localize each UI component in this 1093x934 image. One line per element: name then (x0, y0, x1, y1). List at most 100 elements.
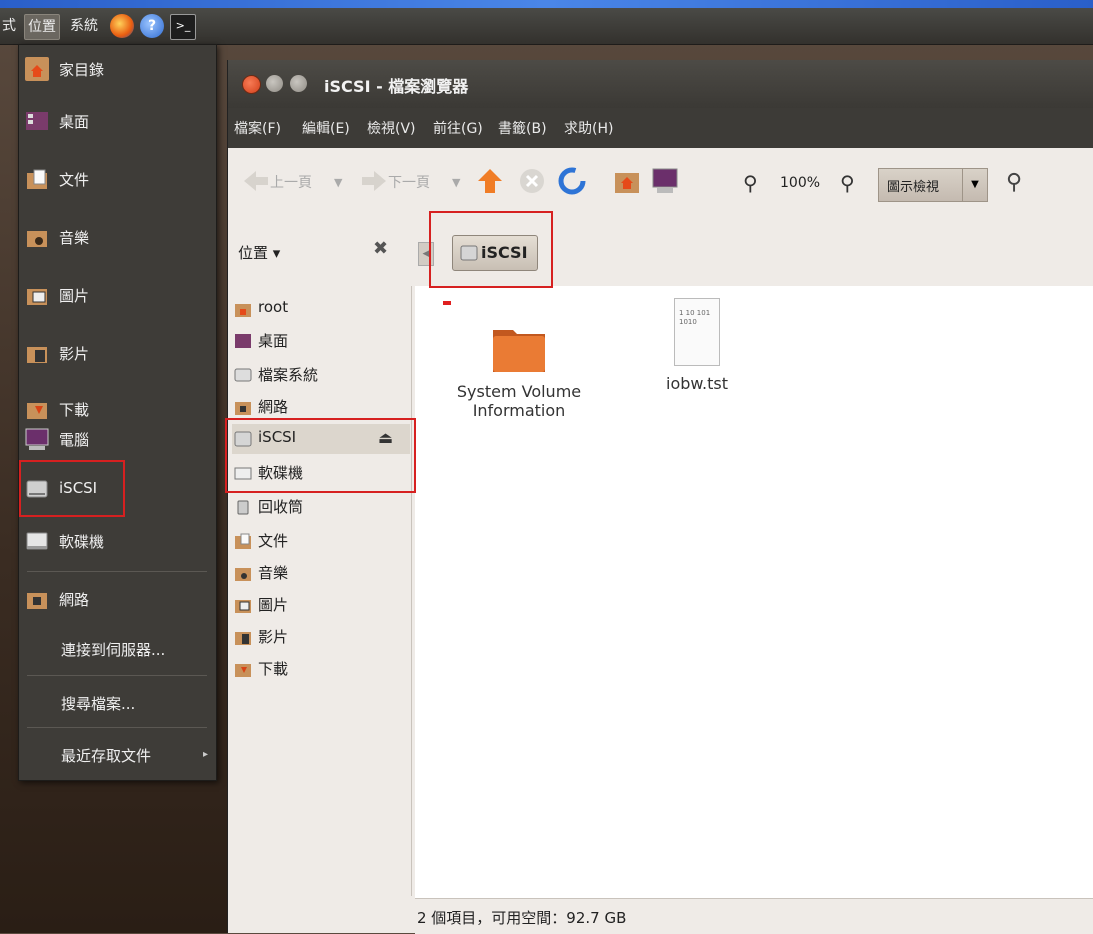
sidebar-item-music[interactable]: 音樂 (232, 558, 410, 588)
window-menubar: 檔案(F) 編輯(E) 檢視(V) 前往(G) 書籤(B) 求助(H) (228, 108, 1093, 148)
zoom-level: 100% (780, 175, 821, 191)
menu-item-label: 影片 (59, 345, 90, 363)
sidebar-item-label: 音樂 (258, 564, 289, 582)
sidebar-item-label: 網路 (258, 398, 289, 416)
home-folder-icon (25, 57, 49, 81)
places-menu[interactable]: 位置 (24, 14, 60, 40)
menu-edit[interactable]: 編輯(E) (302, 118, 350, 138)
zoom-out-icon[interactable]: ⚲ (743, 168, 758, 198)
close-sidebar-icon[interactable]: ✖ (373, 238, 388, 259)
sidebar-item-documents[interactable]: 文件 (232, 526, 410, 556)
zoom-in-icon[interactable]: ⚲ (840, 168, 855, 198)
menu-item-label: 連接到伺服器... (61, 641, 166, 659)
file-name: iobw.tst (666, 374, 728, 393)
file-item-iobw[interactable]: 1 10 101 1010 iobw.tst (627, 298, 767, 393)
menu-item-connect-to-server[interactable]: 連接到伺服器... (19, 625, 216, 673)
menu-item-search-files[interactable]: 搜尋檔案... (19, 679, 216, 727)
minimize-icon[interactable] (266, 75, 283, 92)
menu-item-music[interactable]: 音樂 (19, 213, 216, 261)
menu-item-label: 音樂 (59, 229, 90, 247)
highlight-box-breadcrumb (429, 211, 553, 288)
sidebar-item-label: 圖片 (258, 596, 289, 614)
forward-button[interactable]: 下一頁 (388, 168, 430, 198)
menu-item-label: 電腦 (59, 431, 90, 449)
music-folder-icon (25, 225, 49, 249)
back-history-dropdown[interactable]: ▼ (334, 168, 342, 198)
forward-arrow-icon[interactable] (360, 167, 388, 195)
sidebar-item-label: 文件 (258, 532, 289, 550)
videos-folder-icon (25, 341, 49, 365)
window-titlebar: iSCSI - 檔案瀏覽器 (228, 60, 1093, 108)
places-dropdown-menu: 家目錄 桌面 文件 音樂 圖片 影片 下載 電腦 iSCSI 軟碟機 網路 連接… (18, 44, 217, 781)
videos-folder-icon (234, 628, 252, 646)
search-icon[interactable]: ⚲ (1006, 168, 1022, 198)
home-folder-icon (234, 300, 252, 318)
menu-item-label: 網路 (59, 591, 90, 609)
applications-menu-cut[interactable]: 式 (2, 14, 16, 38)
menu-item-pictures[interactable]: 圖片 (19, 271, 216, 319)
file-name-line1: System Volume (456, 382, 582, 401)
menu-item-label: 文件 (59, 171, 90, 189)
sidebar-item-label: 影片 (258, 628, 289, 646)
desktop-icon (25, 109, 49, 133)
menu-separator (27, 571, 207, 572)
file-preview-text: 1 10 101 1010 (679, 309, 711, 326)
folder-icon (489, 316, 549, 376)
toolbar: 上一頁 ▼ 下一頁 ▼ ⚲ 100% ⚲ 圖示檢視 ▼ ⚲ (228, 148, 1093, 219)
menu-file[interactable]: 檔案(F) (234, 118, 281, 138)
sidebar-item-desktop[interactable]: 桌面 (232, 326, 410, 356)
stop-icon[interactable] (518, 167, 546, 195)
documents-folder-icon (234, 532, 252, 550)
reload-icon[interactable] (558, 167, 586, 195)
system-menu[interactable]: 系統 (70, 14, 98, 38)
status-text: 2 個項目，可用空間：92.7 GB (417, 909, 627, 927)
menu-item-label: 軟碟機 (59, 533, 105, 551)
up-arrow-icon[interactable] (476, 167, 504, 195)
terminal-icon[interactable]: >_ (170, 14, 196, 40)
sidebar-item-root[interactable]: root (232, 294, 410, 324)
menu-item-documents[interactable]: 文件 (19, 155, 216, 203)
trash-icon (234, 498, 252, 516)
desktop-icon (234, 332, 252, 350)
view-mode-select[interactable]: 圖示檢視 ▼ (878, 168, 988, 202)
menu-item-label: 圖片 (59, 287, 90, 305)
menu-item-recent-documents[interactable]: 最近存取文件 ▸ (19, 731, 216, 779)
menu-item-home[interactable]: 家目錄 (19, 45, 216, 93)
sidebar-item-pictures[interactable]: 圖片 (232, 590, 410, 620)
computer-icon[interactable] (651, 167, 679, 195)
menu-help[interactable]: 求助(H) (564, 118, 613, 138)
sidebar-item-trash[interactable]: 回收筒 (232, 492, 410, 522)
menu-item-label: 家目錄 (59, 61, 105, 79)
close-icon[interactable] (242, 75, 261, 94)
menu-item-network[interactable]: 網路 (19, 575, 216, 623)
menu-separator (27, 675, 207, 676)
sidebar-item-filesystem[interactable]: 檔案系統 (232, 360, 410, 390)
screen-top-strip (0, 0, 1093, 8)
menu-item-label: 桌面 (59, 113, 90, 131)
file-item-system-volume-information[interactable]: System Volume Information (449, 316, 589, 420)
sidebar-item-downloads[interactable]: 下載 (232, 654, 410, 684)
music-folder-icon (234, 564, 252, 582)
sidebar-item-videos[interactable]: 影片 (232, 622, 410, 652)
forward-history-dropdown[interactable]: ▼ (452, 168, 460, 198)
back-arrow-icon[interactable] (242, 167, 270, 195)
menu-item-videos[interactable]: 影片 (19, 329, 216, 377)
menu-view[interactable]: 檢視(V) (367, 118, 416, 138)
sidebar-item-label: 下載 (258, 660, 289, 678)
firefox-icon[interactable] (110, 14, 134, 38)
maximize-icon[interactable] (290, 75, 307, 92)
menu-go[interactable]: 前往(G) (433, 118, 483, 138)
back-button[interactable]: 上一頁 (270, 168, 312, 198)
window-title: iSCSI - 檔案瀏覽器 (324, 77, 469, 96)
help-icon[interactable]: ? (140, 14, 164, 38)
menu-item-desktop[interactable]: 桌面 (19, 97, 216, 145)
sidebar-item-label: root (258, 298, 289, 316)
home-folder-icon[interactable] (613, 167, 641, 195)
downloads-folder-icon (234, 660, 252, 678)
pictures-folder-icon (25, 283, 49, 307)
menu-item-computer[interactable]: 電腦 (19, 415, 216, 463)
sidebar-places-dropdown[interactable]: 位置 ▾ (238, 242, 280, 263)
menu-bookmarks[interactable]: 書籤(B) (498, 118, 547, 138)
menu-item-floppy[interactable]: 軟碟機 (19, 517, 216, 565)
sidebar-item-label: 檔案系統 (258, 366, 319, 384)
